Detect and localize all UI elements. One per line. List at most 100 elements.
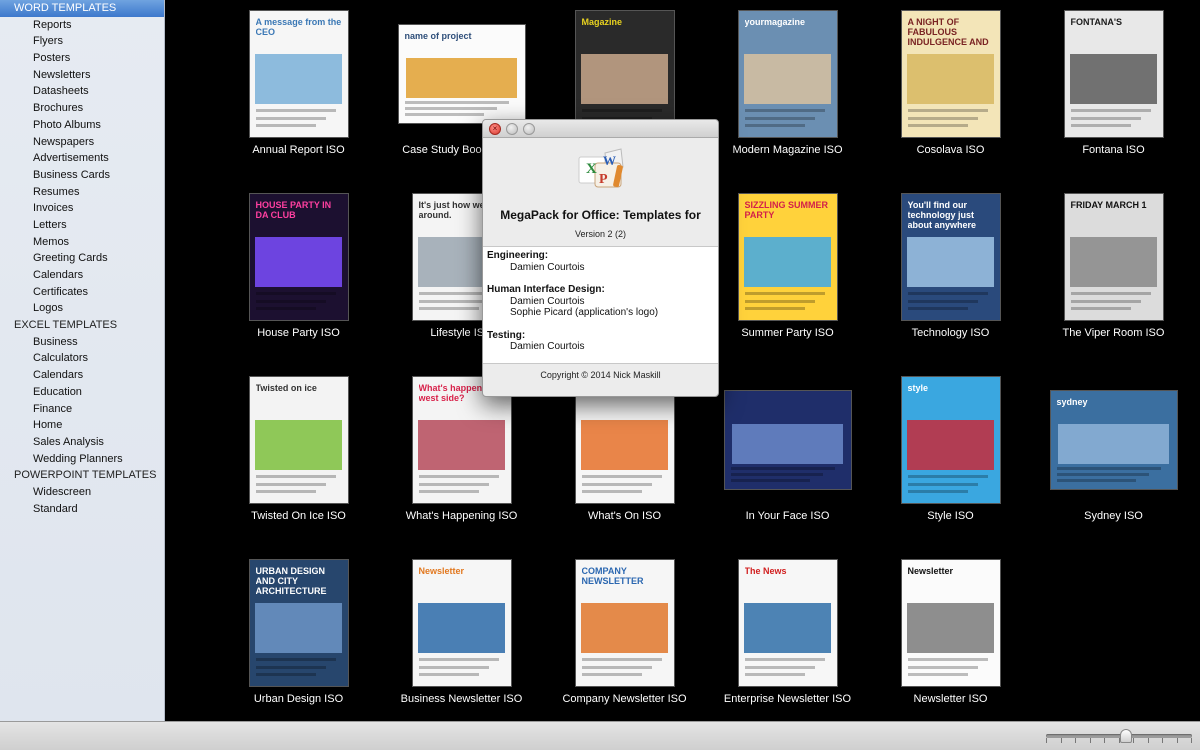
sidebar-item[interactable]: Newspapers xyxy=(0,134,164,151)
thumbnail-text-line xyxy=(744,665,815,669)
template-tile[interactable]: A message from the CEO Annual Report ISO xyxy=(217,6,380,189)
slider-tick xyxy=(1104,738,1105,743)
sidebar-item[interactable]: Advertisements xyxy=(0,150,164,167)
template-label: Style ISO xyxy=(927,510,974,522)
sidebar-item[interactable]: Finance xyxy=(0,401,164,418)
sidebar-item[interactable]: Resumes xyxy=(0,184,164,201)
sidebar-item[interactable]: Brochures xyxy=(0,100,164,117)
close-button[interactable]: × xyxy=(489,123,501,135)
sidebar-item[interactable]: Datasheets xyxy=(0,83,164,100)
sidebar-item[interactable]: Invoices xyxy=(0,200,164,217)
template-tile[interactable]: yourmagazine Modern Magazine ISO xyxy=(706,6,869,189)
fontana-thumbnail-icon[interactable]: FONTANA'S xyxy=(1064,11,1163,137)
thumbnail-text-line xyxy=(581,665,652,669)
sidebar-item[interactable]: Calculators xyxy=(0,350,164,367)
sidebar-section-header[interactable]: WORD TEMPLATES xyxy=(0,0,164,17)
template-tile[interactable]: What's happening west side? What's Happen… xyxy=(380,372,543,555)
modern-magazine-thumbnail-icon[interactable]: yourmagazine xyxy=(738,11,837,137)
urban-design-thumbnail-icon[interactable]: URBAN DESIGN AND CITY ARCHITECTURE xyxy=(249,560,348,686)
template-tile[interactable]: COMPANY NEWSLETTER Company Newsletter ISO xyxy=(543,555,706,738)
viper-room-thumbnail-icon[interactable]: FRIDAY MARCH 1 xyxy=(1064,194,1163,320)
sidebar-item[interactable]: Standard xyxy=(0,501,164,518)
sidebar-item[interactable]: Sales Analysis xyxy=(0,434,164,451)
annual-report-thumbnail-icon[interactable]: A message from the CEO xyxy=(249,11,348,137)
app-version: Version 2 (2) xyxy=(574,229,627,239)
sidebar-item[interactable]: Greeting Cards xyxy=(0,250,164,267)
sidebar-item[interactable]: Wedding Planners xyxy=(0,451,164,468)
template-tile[interactable]: SIZZLING SUMMER PARTY Summer Party ISO xyxy=(706,189,869,372)
dialog-titlebar[interactable]: × xyxy=(483,120,718,138)
sidebar-item[interactable]: Memos xyxy=(0,234,164,251)
case-study-booklet-thumbnail-icon[interactable]: name of project xyxy=(398,25,525,123)
thumbnail-headline: name of project xyxy=(404,31,472,41)
sidebar-item[interactable]: Certificates xyxy=(0,284,164,301)
thumbnail-text-line xyxy=(744,124,806,128)
business-newsletter-thumbnail-icon[interactable]: Newsletter xyxy=(412,560,511,686)
template-tile[interactable]: sydney Sydney ISO xyxy=(1032,372,1195,555)
company-newsletter-thumbnail-icon[interactable]: COMPANY NEWSLETTER xyxy=(575,560,674,686)
thumbnail-image-block xyxy=(1070,236,1157,288)
copyright-text: Copyright © 2014 Nick Maskill xyxy=(540,370,661,380)
thumbnail-text-line xyxy=(1070,307,1132,311)
thumbnail-text-line xyxy=(907,665,978,669)
technology-thumbnail-icon[interactable]: You'll find our technology just about an… xyxy=(901,194,1000,320)
template-tile[interactable]: style Style ISO xyxy=(869,372,1032,555)
sidebar-item[interactable]: Newsletters xyxy=(0,67,164,84)
template-tile[interactable]: What's happeningWhat's On ISO xyxy=(543,372,706,555)
thumbnail-size-slider-knob[interactable] xyxy=(1120,729,1132,743)
template-tile[interactable]: In Your Face ISO xyxy=(706,372,869,555)
template-tile[interactable]: FONTANA'S Fontana ISO xyxy=(1032,6,1195,189)
template-tile[interactable]: URBAN DESIGN AND CITY ARCHITECTURE Urban … xyxy=(217,555,380,738)
sydney-thumbnail-icon[interactable]: sydney xyxy=(1050,391,1177,489)
template-thumbnail-frame: HOUSE PARTY IN DA CLUB xyxy=(217,189,380,325)
template-label: Enterprise Newsletter ISO xyxy=(723,693,852,705)
credits-spacer xyxy=(487,319,714,330)
newsletter-thumbnail-icon[interactable]: Newsletter xyxy=(901,560,1000,686)
template-label: Modern Magazine ISO xyxy=(732,144,843,156)
sidebar-item[interactable]: Business xyxy=(0,334,164,351)
sidebar-item[interactable]: Home xyxy=(0,417,164,434)
in-your-face-thumbnail-icon[interactable] xyxy=(724,391,851,489)
sidebar-item[interactable]: Calendars xyxy=(0,267,164,284)
sidebar-item[interactable]: Letters xyxy=(0,217,164,234)
template-thumbnail-frame: A message from the CEO xyxy=(217,6,380,142)
thumbnail-text-line xyxy=(907,124,969,128)
sidebar-item[interactable]: Business Cards xyxy=(0,167,164,184)
template-tile[interactable]: A NIGHT OF FABULOUS INDULGENCE AND EXCES… xyxy=(869,6,1032,189)
sidebar-item[interactable]: Posters xyxy=(0,50,164,67)
sidebar-section-header[interactable]: EXCEL TEMPLATES xyxy=(0,317,164,334)
template-tile[interactable]: Newsletter Business Newsletter ISO xyxy=(380,555,543,738)
sidebar-item[interactable]: Reports xyxy=(0,17,164,34)
thumbnail-size-slider[interactable] xyxy=(1046,734,1192,743)
template-tile[interactable]: The News Enterprise Newsletter ISO xyxy=(706,555,869,738)
template-tile[interactable]: You'll find our technology just about an… xyxy=(869,189,1032,372)
style-thumbnail-icon[interactable]: style xyxy=(901,377,1000,503)
app-logo-icon: X W P xyxy=(578,148,624,188)
thumbnail-text-line xyxy=(418,307,480,311)
twisted-on-ice-thumbnail-icon[interactable]: Twisted on ice xyxy=(249,377,348,503)
thumbnail-text-line xyxy=(581,109,662,113)
sidebar-item[interactable]: Logos xyxy=(0,300,164,317)
template-label: Summer Party ISO xyxy=(741,327,834,339)
summer-party-thumbnail-icon[interactable]: SIZZLING SUMMER PARTY xyxy=(738,194,837,320)
thumbnail-text-line xyxy=(581,482,652,486)
sidebar-section-header[interactable]: POWERPOINT TEMPLATES xyxy=(0,467,164,484)
sidebar-item[interactable]: Photo Albums xyxy=(0,117,164,134)
slider-tick xyxy=(1075,738,1076,743)
template-tile[interactable]: Newsletter Newsletter ISO xyxy=(869,555,1032,738)
template-label: Sydney ISO xyxy=(1084,510,1143,522)
sidebar-item[interactable]: Widescreen xyxy=(0,484,164,501)
template-tile[interactable]: HOUSE PARTY IN DA CLUB House Party ISO xyxy=(217,189,380,372)
house-party-thumbnail-icon[interactable]: HOUSE PARTY IN DA CLUB xyxy=(249,194,348,320)
enterprise-newsletter-thumbnail-icon[interactable]: The News xyxy=(738,560,837,686)
template-tile[interactable]: FRIDAY MARCH 1 The Viper Room ISO xyxy=(1032,189,1195,372)
thumbnail-text-line xyxy=(418,673,480,677)
credits-panel[interactable]: Engineering: Damien Courtois Human Interfa… xyxy=(483,246,718,364)
template-tile[interactable]: Twisted on ice Twisted On Ice ISO xyxy=(217,372,380,555)
thumbnail-headline: yourmagazine xyxy=(744,17,806,27)
sidebar-item[interactable]: Flyers xyxy=(0,33,164,50)
cosolava-thumbnail-icon[interactable]: A NIGHT OF FABULOUS INDULGENCE AND EXCES… xyxy=(901,11,1000,137)
sidebar-item[interactable]: Calendars xyxy=(0,367,164,384)
thumbnail-image-block xyxy=(744,53,831,105)
sidebar-item[interactable]: Education xyxy=(0,384,164,401)
